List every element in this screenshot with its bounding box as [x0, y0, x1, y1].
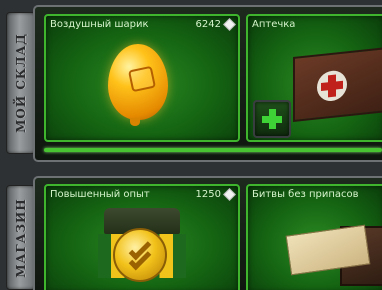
- storage-divider: [44, 148, 382, 152]
- tab-my-storage[interactable]: МОЙ СКЛАД: [6, 12, 36, 154]
- crystal-icon: [223, 18, 236, 31]
- item-title: Повышенный опыт: [50, 189, 150, 200]
- balloon-knot: [130, 118, 140, 126]
- shop-item-no-supplies[interactable]: Битвы без припасов: [246, 184, 382, 290]
- balloon-icon: [108, 44, 168, 120]
- item-title: Аптечка: [252, 19, 296, 30]
- shop-item-increased-exp[interactable]: Повышенный опыт 1250: [44, 184, 240, 290]
- medkit-icon: [293, 47, 382, 122]
- storage-item-medkit[interactable]: Аптечка: [246, 14, 382, 142]
- item-count-value: 6242: [195, 19, 221, 30]
- item-title: Воздушный шарик: [50, 19, 149, 30]
- use-item-button[interactable]: [253, 100, 291, 138]
- crystal-icon: [223, 188, 236, 201]
- tab-my-storage-label: МОЙ СКЛАД: [14, 33, 28, 133]
- item-price-value: 1250: [195, 189, 221, 200]
- tab-shop[interactable]: МАГАЗИН: [6, 185, 36, 290]
- medal-icon: [113, 228, 167, 282]
- item-count: 6242: [195, 18, 236, 31]
- plus-icon-bar: [262, 116, 282, 123]
- item-title: Битвы без припасов: [252, 189, 359, 200]
- storage-item-balloon[interactable]: Воздушный шарик 6242: [44, 14, 240, 142]
- item-price: 1250: [195, 188, 236, 201]
- emblem-icon: [127, 65, 157, 93]
- tab-shop-label: МАГАЗИН: [14, 197, 28, 278]
